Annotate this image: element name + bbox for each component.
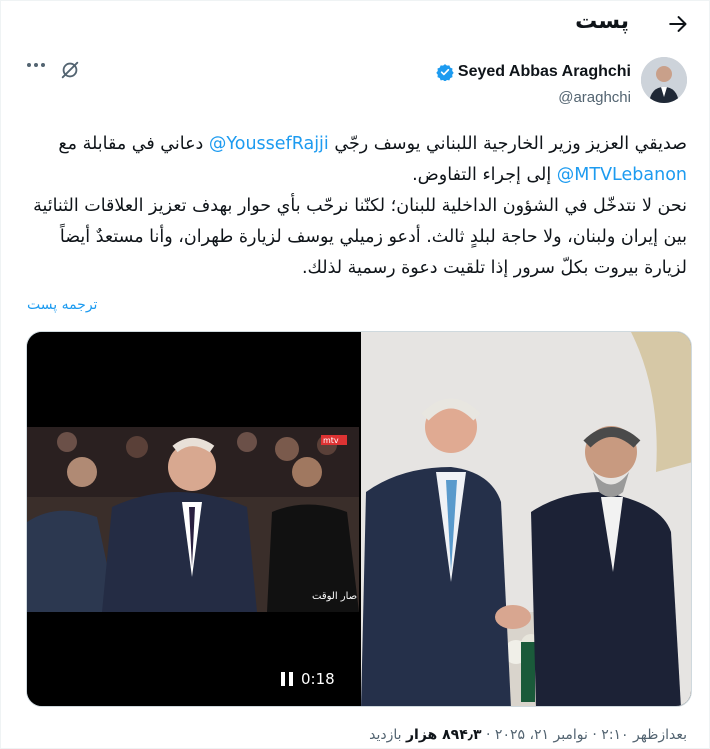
more-dot-icon: [34, 63, 38, 67]
page-title: پست: [575, 9, 629, 34]
tweet-footer: بعدازظهر ۲:۱۰ · نوامبر ۲۱، ۲۰۲۵ · ۸۹۴٫۳ …: [369, 727, 687, 743]
photo-handshake[interactable]: [361, 332, 691, 706]
more-options-button[interactable]: [27, 63, 45, 67]
author-display-name: Seyed Abbas Araghchi: [457, 63, 631, 80]
author-row: Seyed Abbas Araghchi @araghchi: [1, 53, 709, 115]
tweet-text: صديقي العزيز وزير الخارجية اللبناني يوسف…: [25, 129, 687, 284]
more-dot-icon: [41, 63, 45, 67]
back-button[interactable]: [665, 11, 691, 37]
view-count: ۸۹۴٫۳ هزار: [405, 727, 482, 743]
tweet-line-1: صديقي العزيز وزير الخارجية اللبناني يوسف…: [334, 134, 687, 154]
more-dot-icon: [27, 63, 31, 67]
author-handle[interactable]: @araghchi: [558, 89, 631, 106]
media-grid: mtv صار الوقت 0:18: [26, 331, 692, 707]
post-timestamp[interactable]: بعدازظهر ۲:۱۰ · نوامبر ۲۱، ۲۰۲۵ ·: [482, 727, 687, 743]
video-thumbnail: mtv صار الوقت: [27, 427, 359, 612]
pause-icon[interactable]: [281, 672, 293, 686]
video-duration: 0:18: [301, 670, 335, 688]
show-caption: صار الوقت: [312, 591, 357, 602]
mention-youssefrajji[interactable]: @YoussefRajji: [209, 134, 329, 154]
avatar-image: [641, 57, 687, 103]
grok-icon: [61, 61, 79, 79]
grok-button[interactable]: [59, 59, 81, 81]
mention-mtvlebanon[interactable]: @MTVLebanon: [557, 165, 687, 185]
tweet-paragraph-2: نحن لا نتدخّل في الشؤون الداخلية للبنان؛…: [33, 196, 687, 278]
verified-badge-icon: [436, 64, 454, 81]
photo-image: [361, 332, 691, 706]
channel-logo: mtv: [323, 436, 339, 445]
avatar[interactable]: [641, 57, 687, 103]
tweet-line-2: إلى إجراء التفاوض.: [412, 165, 557, 185]
view-label: بازدید: [369, 727, 406, 743]
arrow-right-icon: [669, 16, 687, 32]
author-name-row[interactable]: Seyed Abbas Araghchi: [436, 63, 631, 81]
top-bar: پست: [1, 1, 709, 47]
video-controls[interactable]: 0:18: [281, 670, 335, 688]
video-player[interactable]: mtv صار الوقت 0:18: [27, 332, 359, 706]
tweet-line-1b: دعاني في مقابلة مع: [58, 134, 209, 154]
translate-post-link[interactable]: ترجمه پست: [27, 297, 97, 313]
